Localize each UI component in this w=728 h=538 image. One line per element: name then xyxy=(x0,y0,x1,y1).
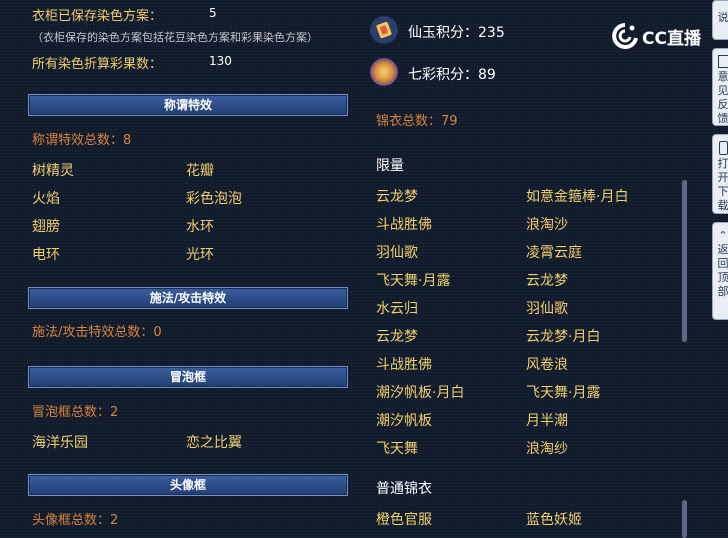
list-item: 恋之比翼 xyxy=(186,435,242,451)
list-item: 潮汐帆板·月白 xyxy=(376,385,465,401)
list-item: 水环 xyxy=(186,219,214,235)
cc-logo-icon xyxy=(612,23,638,49)
qicai-coin-icon xyxy=(370,58,398,86)
list-item-partial xyxy=(376,533,576,538)
list-item: 斗战胜佛 xyxy=(376,217,432,233)
normal-list-scroll-thumb[interactable] xyxy=(682,500,687,538)
caiguo-value: 130 xyxy=(209,54,232,68)
bubble-frame-count: 冒泡框总数：2 xyxy=(32,405,119,420)
list-item: 翅膀 xyxy=(32,219,60,235)
list-item: 水云归 xyxy=(376,301,418,317)
section-title-bar: 施法/攻击特效 xyxy=(28,287,348,309)
list-item: 彩色泡泡 xyxy=(186,191,242,207)
side-tab-download[interactable]: 打开下载 xyxy=(712,134,728,214)
list-item: 羽仙歌 xyxy=(376,245,418,261)
caiguo-label: 所有染色折算彩果数： xyxy=(32,57,163,72)
saved-schemes-label: 衣柜已保存染色方案： xyxy=(32,9,163,24)
saved-schemes-value: 5 xyxy=(209,6,217,20)
avatar-frame-count: 头像框总数：2 xyxy=(32,513,119,528)
section-title-bar: 冒泡框 xyxy=(28,366,348,388)
side-tab-label: 返回顶部 xyxy=(717,243,728,298)
list-item: 蓝色妖姬 xyxy=(526,512,582,528)
list-item: 海洋乐园 xyxy=(32,435,88,451)
list-item: 云龙梦 xyxy=(376,329,418,345)
qicai-points: 七彩积分：89 xyxy=(408,67,496,83)
cc-live-watermark: CC直播 xyxy=(610,22,701,50)
section-title-bar: 称谓特效 xyxy=(28,94,348,116)
list-item: 飞天舞·月露 xyxy=(526,385,601,401)
left-panel: 衣柜已保存染色方案： 5 （衣柜保存的染色方案包括花豆染色方案和彩果染色方案） … xyxy=(22,0,362,538)
saved-schemes-note: （衣柜保存的染色方案包括花豆染色方案和彩果染色方案） xyxy=(32,31,318,44)
list-item: 如意金箍棒·月白 xyxy=(526,189,629,205)
xianyu-points: 仙玉积分：235 xyxy=(408,25,505,41)
list-item: 浪淘沙 xyxy=(526,217,568,233)
list-item: 风卷浪 xyxy=(526,357,568,373)
side-tab-label: 意见反馈 xyxy=(717,70,728,125)
right-panel: 仙玉积分：235 七彩积分：89 锦衣总数：79 限量 云龙梦 如意金箍棒·月白… xyxy=(364,0,694,538)
list-item: 浪淘纱 xyxy=(526,441,568,457)
list-item: 树精灵 xyxy=(32,163,74,179)
normal-heading: 普通锦衣 xyxy=(376,481,432,497)
limited-heading: 限量 xyxy=(376,158,404,174)
list-item: 光环 xyxy=(186,247,214,263)
section-title-bar: 头像框 xyxy=(28,474,348,496)
list-item: 凌霄云庭 xyxy=(526,245,582,261)
list-item: 云龙梦 xyxy=(526,273,568,289)
limited-list-scrollbar[interactable] xyxy=(682,180,687,342)
list-item: 橙色官服 xyxy=(376,512,432,528)
watermark-text: CC直播 xyxy=(642,28,701,49)
limited-list-scroll-thumb[interactable] xyxy=(682,180,687,342)
list-item: 火焰 xyxy=(32,191,60,207)
side-tab-feedback[interactable]: 意见反馈 xyxy=(712,48,728,126)
list-item: 飞天舞·月露 xyxy=(376,273,451,289)
list-item: 月半潮 xyxy=(526,413,568,429)
jinyi-total: 锦衣总数：79 xyxy=(376,114,458,129)
list-item: 云龙梦 xyxy=(376,189,418,205)
side-tab-back-to-top[interactable]: ⌃ 返回顶部 xyxy=(712,222,728,320)
cast-effect-count: 施法/攻击特效总数：0 xyxy=(32,325,162,340)
list-item: 潮汐帆板 xyxy=(376,413,432,429)
list-item: 斗战胜佛 xyxy=(376,357,432,373)
side-tab-label: 说 xyxy=(717,11,728,24)
list-item: 羽仙歌 xyxy=(526,301,568,317)
side-tab-chat[interactable]: 说 xyxy=(712,0,728,40)
side-tab-icon xyxy=(717,55,728,68)
normal-list-scrollbar[interactable] xyxy=(682,500,687,538)
side-tab-icon: ⌃ xyxy=(718,229,728,242)
list-item: 花瓣 xyxy=(186,163,214,179)
list-item: 云龙梦·月白 xyxy=(526,329,601,345)
list-item: 飞天舞 xyxy=(376,441,418,457)
list-item: 电环 xyxy=(32,247,60,263)
side-tab-icon xyxy=(718,141,728,155)
side-tab-label: 打开下载 xyxy=(717,157,728,212)
xianyu-coin-icon xyxy=(370,16,398,44)
title-effect-count: 称谓特效总数：8 xyxy=(32,133,132,148)
